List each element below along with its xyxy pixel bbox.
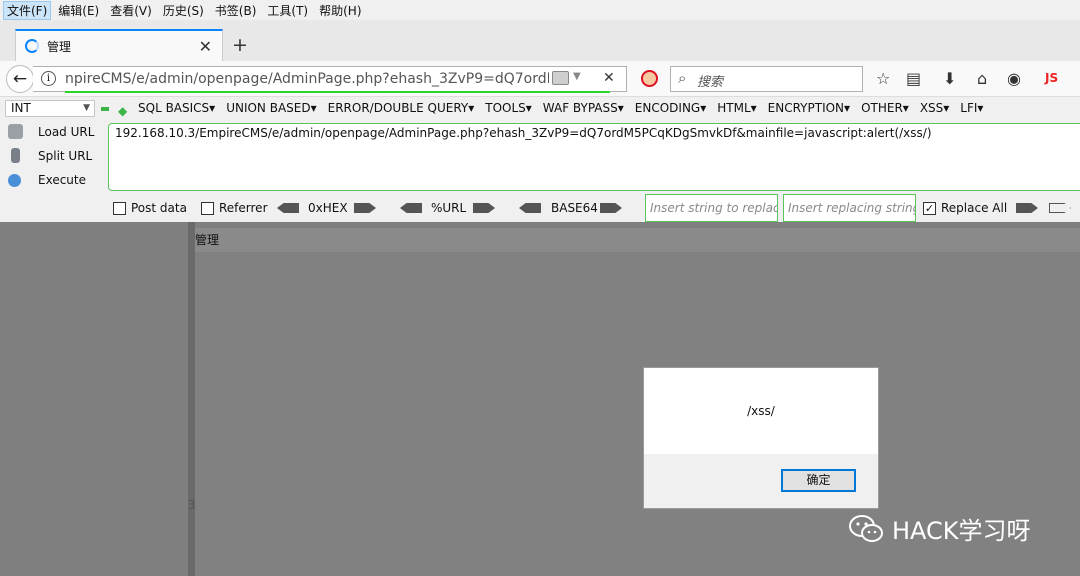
post-data-label: Post data [131, 201, 187, 215]
load-url-icon [8, 124, 23, 139]
execute-button[interactable]: Execute [8, 173, 86, 187]
replacing-string-input[interactable]: Insert replacing string [783, 194, 916, 222]
plus-icon[interactable]: ◆ [118, 104, 127, 118]
base64-decode-arrow-icon[interactable] [519, 203, 541, 213]
replace-all-box[interactable]: ✓ [923, 201, 936, 215]
left-frame [0, 222, 188, 576]
url-dropdown-icon[interactable]: ▼ [573, 71, 581, 82]
hackbar: INT ▼ ◆ SQL BASICS▾ UNION BASED▾ ERROR/D… [0, 97, 1080, 222]
back-button[interactable]: ← [6, 65, 34, 93]
watermark: HACK学习呀 [848, 511, 1031, 546]
referrer-label: Referrer [219, 201, 268, 215]
load-url-button[interactable]: Load URL [8, 124, 94, 139]
url-decode-arrow-icon[interactable] [400, 203, 422, 213]
tab-strip: 管理 ✕ + [0, 20, 1080, 61]
search-box[interactable]: ⌕ 搜索 [670, 66, 863, 92]
menu-xss[interactable]: XSS▾ [920, 101, 949, 115]
play-icon [8, 173, 21, 187]
split-url-button[interactable]: Split URL [8, 148, 92, 163]
new-tab-icon[interactable]: + [232, 34, 248, 56]
post-data-checkbox[interactable]: Post data [113, 201, 187, 215]
tab-title: 管理 [47, 39, 72, 54]
url-clear-icon[interactable]: ✕ [603, 70, 615, 86]
replace-all-label: Replace All [941, 201, 1008, 215]
menu-history[interactable]: 历史(S) [159, 1, 208, 20]
nav-bar: ← i npireCMS/e/admin/openpage/AdminPage.… [0, 61, 1080, 97]
tab-close-icon[interactable]: ✕ [199, 37, 212, 56]
drive-icon [552, 71, 569, 85]
menu-help[interactable]: 帮助(H) [315, 1, 365, 20]
base64-label: BASE64 [551, 201, 598, 215]
block-icon[interactable] [641, 70, 658, 87]
menu-bar: 文件(F) 编辑(E) 查看(V) 历史(S) 书签(B) 工具(T) 帮助(H… [0, 0, 1080, 20]
hackbar-menu: SQL BASICS▾ UNION BASED▾ ERROR/DOUBLE QU… [138, 101, 994, 115]
js-icon[interactable]: JS [1045, 71, 1058, 85]
globe-icon[interactable]: ◉ [1007, 69, 1021, 88]
tab-active[interactable]: 管理 ✕ [15, 29, 223, 61]
replace-arrow-icon[interactable] [1016, 203, 1038, 213]
replace-string-input[interactable]: Insert string to replace [645, 194, 778, 222]
frame-divider[interactable] [188, 222, 195, 576]
search-icon: ⌕ [678, 69, 687, 87]
menu-html[interactable]: HTML▾ [717, 101, 756, 115]
menu-tools[interactable]: TOOLS▾ [485, 101, 532, 115]
menu-file[interactable]: 文件(F) [3, 0, 52, 20]
content-title: 管理 [195, 233, 220, 247]
menu-encryption[interactable]: ENCRYPTION▾ [768, 101, 850, 115]
scissors-icon [11, 148, 20, 163]
url-textarea[interactable]: 192.168.10.3/EmpireCMS/e/admin/openpage/… [108, 123, 1080, 191]
post-data-box[interactable] [113, 201, 126, 215]
split-url-label: Split URL [38, 148, 93, 163]
referrer-box[interactable] [201, 201, 214, 215]
loading-spinner-icon [25, 39, 39, 53]
url-underline [65, 91, 610, 93]
replace-all-checkbox[interactable]: ✓ Replace All [923, 201, 1007, 215]
url-enc-label: %URL [431, 201, 467, 215]
menu-lfi[interactable]: LFI▾ [960, 101, 983, 115]
search-placeholder: 搜索 [697, 75, 724, 90]
menu-union-based[interactable]: UNION BASED▾ [226, 101, 316, 115]
home-icon[interactable]: ⌂ [977, 69, 987, 88]
menu-error-double-query[interactable]: ERROR/DOUBLE QUERY▾ [328, 101, 475, 115]
type-select-value: INT [11, 101, 31, 115]
type-select[interactable]: INT ▼ [5, 100, 95, 117]
referrer-checkbox[interactable]: Referrer [201, 201, 268, 215]
content-header [195, 228, 1080, 252]
ok-button[interactable]: 确定 [781, 469, 856, 492]
alert-dialog: /xss/ 确定 [643, 367, 879, 509]
info-icon[interactable]: i [41, 71, 56, 86]
execute-label: Execute [38, 173, 86, 187]
bookmark-star-icon[interactable]: ☆ [876, 69, 890, 88]
url-text[interactable]: npireCMS/e/admin/openpage/AdminPage.php?… [65, 71, 549, 87]
menu-encoding[interactable]: ENCODING▾ [635, 101, 706, 115]
base64-encode-arrow-icon[interactable] [600, 203, 622, 213]
watermark-text: HACK学习呀 [892, 517, 1031, 545]
menu-tools[interactable]: 工具(T) [263, 1, 312, 20]
url-bar[interactable]: i npireCMS/e/admin/openpage/AdminPage.ph… [33, 66, 627, 93]
url-encode-arrow-icon[interactable] [473, 203, 495, 213]
chevron-down-icon: ▼ [83, 103, 90, 113]
load-url-label: Load URL [38, 124, 95, 139]
menu-view[interactable]: 查看(V) [106, 1, 156, 20]
library-icon[interactable]: ▤ [906, 69, 921, 88]
menu-other[interactable]: OTHER▾ [861, 101, 909, 115]
menu-waf-bypass[interactable]: WAF BYPASS▾ [543, 101, 624, 115]
alert-message: /xss/ [747, 404, 775, 418]
alert-body: /xss/ [644, 368, 878, 454]
wechat-icon [849, 514, 883, 542]
hex-decode-arrow-icon[interactable] [277, 203, 299, 213]
menu-bookmarks[interactable]: 书签(B) [211, 1, 261, 20]
hex-encode-arrow-icon[interactable] [354, 203, 376, 213]
menu-sql-basics[interactable]: SQL BASICS▾ [138, 101, 215, 115]
minus-icon[interactable] [101, 107, 109, 111]
hex-label: 0xHEX [308, 201, 348, 215]
replace-arrow-2-icon[interactable] [1049, 203, 1071, 213]
download-icon[interactable]: ⬇ [943, 69, 956, 88]
menu-edit[interactable]: 编辑(E) [54, 1, 103, 20]
